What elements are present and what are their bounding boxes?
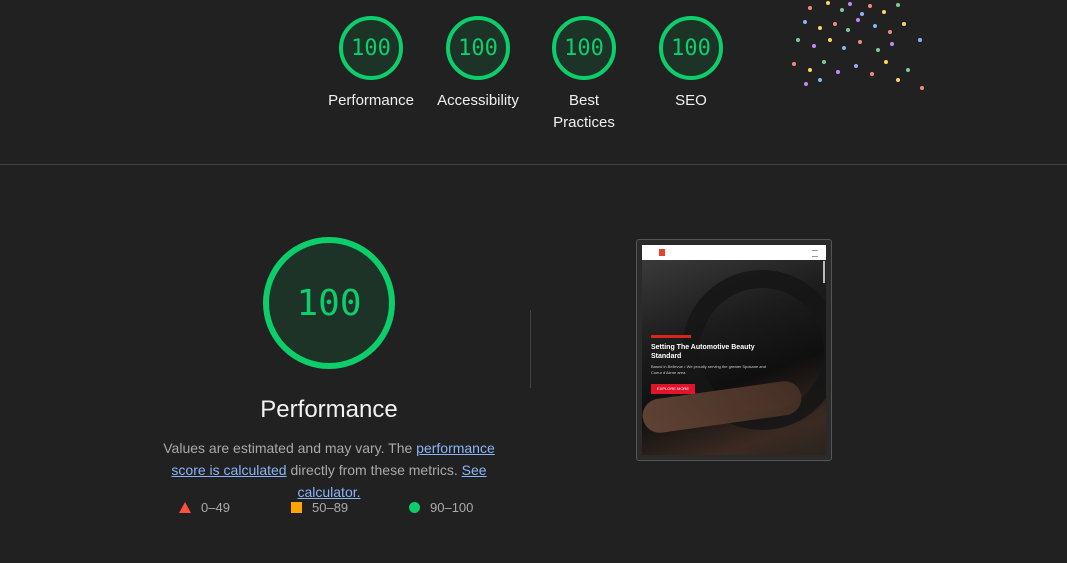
performance-gauge: 100	[263, 237, 395, 369]
gauge-performance[interactable]: 100 Performance	[323, 16, 419, 112]
confetti-decoration	[792, 1, 924, 90]
gauge-accessibility[interactable]: 100 Accessibility	[430, 16, 526, 112]
desc-text: Values are estimated and may vary. The	[163, 440, 417, 456]
gauge-label: Accessibility	[437, 92, 519, 109]
gauge-label: Performance	[328, 92, 414, 109]
site-logo-icon	[659, 249, 665, 256]
legend-pass: 90–100	[409, 500, 473, 515]
gauge-best-practices[interactable]: 100 Best Practices	[536, 16, 632, 134]
gauge-ring: 100	[552, 16, 616, 80]
final-screenshot[interactable]: Setting The Automotive Beauty Standard B…	[636, 239, 832, 461]
performance-description: Values are estimated and may vary. The p…	[148, 437, 510, 503]
gauge-seo[interactable]: 100 SEO	[643, 16, 739, 112]
screenshot-hero: Setting The Automotive Beauty Standard B…	[642, 260, 826, 455]
vertical-divider	[530, 310, 531, 388]
gauge-score: 100	[671, 35, 711, 61]
triangle-icon	[179, 502, 191, 513]
gauge-ring: 100	[339, 16, 403, 80]
legend-label: 90–100	[430, 500, 474, 515]
square-icon	[291, 502, 302, 513]
hero-subtitle: Based in Bellevue • We proudly serving t…	[651, 364, 766, 375]
hero-kicker	[651, 335, 691, 338]
performance-title: Performance	[260, 396, 398, 423]
gauge-label: Best Practices	[553, 92, 615, 131]
legend-average: 50–89	[291, 500, 348, 515]
performance-score: 100	[296, 282, 362, 324]
section-divider	[0, 164, 1067, 165]
gauge-ring: 100	[446, 16, 510, 80]
score-legend: 0–49 50–89 90–100	[0, 500, 660, 520]
legend-label: 50–89	[312, 500, 349, 515]
circle-icon	[409, 502, 420, 513]
screenshot-image: Setting The Automotive Beauty Standard B…	[642, 245, 826, 455]
gauge-score: 100	[351, 35, 391, 61]
gauge-ring: 100	[659, 16, 723, 80]
hero-button: EXPLORE MORE	[651, 384, 695, 394]
legend-label: 0–49	[201, 500, 230, 515]
category-gauges: 100 Performance 100 Accessibility 100 Be…	[0, 0, 1067, 164]
gauge-score: 100	[564, 35, 604, 61]
gauge-score: 100	[458, 35, 498, 61]
desc-text: directly from these metrics.	[286, 462, 462, 478]
hero-title: Setting The Automotive Beauty Standard	[651, 344, 755, 360]
menu-icon	[812, 250, 818, 257]
screenshot-header	[642, 245, 826, 260]
screenshot-scrollbar	[823, 261, 825, 283]
gauge-label: SEO	[675, 92, 707, 109]
legend-fail: 0–49	[179, 500, 230, 515]
